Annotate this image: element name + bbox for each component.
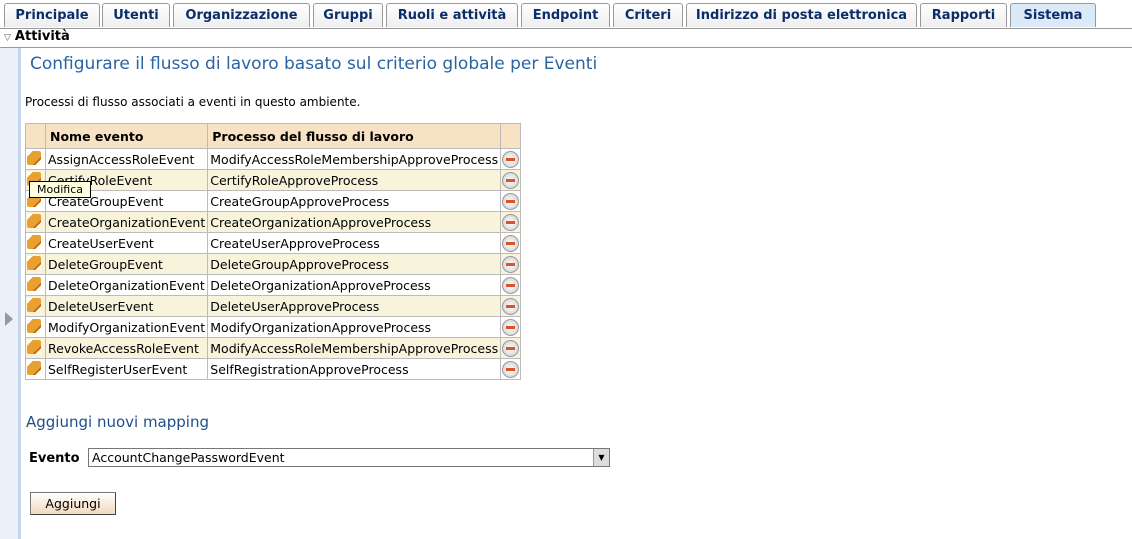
edit-pencil-icon[interactable] [27, 276, 41, 291]
table-row: CertifyRoleEvent CertifyRoleApproveProces… [25, 169, 522, 191]
edit-pencil-icon[interactable] [27, 297, 41, 312]
page-title: Configurare il flusso di lavoro basato s… [30, 54, 598, 74]
remove-icon[interactable] [502, 255, 520, 273]
add-button[interactable]: Aggiungi [30, 492, 116, 515]
table-row: DeleteUserEvent DeleteUserApproveProcess [25, 295, 522, 317]
table-row: CreateOrganizationEvent CreateOrganizatio… [25, 211, 522, 233]
table-row: ModifyOrganizationEvent ModifyOrganizatio… [25, 316, 522, 338]
process-name: ModifyOrganizationApproveProcess [207, 316, 502, 338]
edit-pencil-icon[interactable] [27, 339, 41, 354]
tab-1[interactable]: Utenti [102, 3, 170, 27]
process-name: SelfRegistrationApproveProcess [207, 358, 502, 380]
tab-0[interactable]: Principale [4, 3, 100, 27]
tab-8[interactable]: Rapporti [920, 3, 1007, 27]
tooltip: Modifica [29, 181, 91, 198]
event-mapping-table: Nome evento Processo del flusso di lavoro… [25, 123, 522, 380]
add-mapping-title: Aggiungi nuovi mapping [26, 413, 209, 431]
process-name: CreateOrganizationApproveProcess [207, 211, 502, 233]
description: Processi di flusso associati a eventi in… [25, 95, 361, 109]
collapse-triangle-icon[interactable]: ▽ [4, 29, 11, 47]
remove-icon[interactable] [502, 171, 520, 189]
table-row: SelfRegisterUserEvent SelfRegistrationApp… [25, 358, 522, 380]
edit-pencil-icon[interactable] [27, 213, 41, 228]
remove-icon[interactable] [502, 297, 520, 315]
table-row: RevokeAccessRoleEvent ModifyAccessRoleMem… [25, 337, 522, 359]
tab-5[interactable]: Endpoint [521, 3, 610, 27]
table-row: CreateGroupEvent CreateGroupApproveProces… [25, 190, 522, 212]
tab-bar: Principale Utenti Organizzazione Gruppi Ruol… [0, 0, 1132, 29]
column-header-event: Nome evento [44, 123, 209, 149]
remove-icon[interactable] [502, 234, 520, 252]
tab-9[interactable]: Sistema [1010, 3, 1096, 27]
event-name: CreateOrganizationEvent [44, 211, 209, 233]
process-name: ModifyAccessRoleMembershipApproveProcess [207, 337, 502, 359]
table-row: CreateUserEvent CreateUserApproveProcess [25, 232, 522, 254]
tab-4[interactable]: Ruoli e attività [386, 3, 518, 27]
sidebar-collapsed [0, 48, 21, 539]
section-title: Attività [14, 29, 70, 44]
event-name: SelfRegisterUserEvent [44, 358, 209, 380]
table-row: DeleteOrganizationEvent DeleteOrganizatio… [25, 274, 522, 296]
event-select-value: AccountChangePasswordEvent [92, 450, 285, 465]
process-name: CreateGroupApproveProcess [207, 190, 502, 212]
tab-3[interactable]: Gruppi [313, 3, 383, 27]
event-label: Evento [29, 451, 80, 466]
edit-pencil-icon[interactable] [27, 318, 41, 333]
event-name: DeleteGroupEvent [44, 253, 209, 275]
event-name: AssignAccessRoleEvent [44, 148, 209, 170]
edit-pencil-icon[interactable] [27, 234, 41, 249]
remove-icon[interactable] [502, 150, 520, 168]
edit-pencil-icon[interactable] [27, 360, 41, 375]
edit-pencil-icon[interactable] [27, 150, 41, 165]
event-name: CreateUserEvent [44, 232, 209, 254]
tab-7[interactable]: Indirizzo di posta elettronica [686, 3, 917, 27]
remove-icon[interactable] [502, 276, 520, 294]
section-header[interactable]: ▽ Attività [0, 28, 1132, 48]
remove-icon[interactable] [502, 360, 520, 378]
edit-pencil-icon[interactable] [27, 255, 41, 270]
event-select[interactable]: AccountChangePasswordEvent ▼ [88, 448, 610, 467]
process-name: CertifyRoleApproveProcess [207, 169, 502, 191]
process-name: DeleteUserApproveProcess [207, 295, 502, 317]
remove-icon[interactable] [502, 318, 520, 336]
tab-6[interactable]: Criteri [613, 3, 683, 27]
event-name: ModifyOrganizationEvent [44, 316, 209, 338]
process-name: CreateUserApproveProcess [207, 232, 502, 254]
table-row: AssignAccessRoleEvent ModifyAccessRoleMem… [25, 148, 522, 170]
event-name: RevokeAccessRoleEvent [44, 337, 209, 359]
process-name: ModifyAccessRoleMembershipApproveProcess [207, 148, 502, 170]
dropdown-arrow-icon[interactable]: ▼ [593, 449, 609, 466]
process-name: DeleteGroupApproveProcess [207, 253, 502, 275]
event-name: DeleteOrganizationEvent [44, 274, 209, 296]
process-name: DeleteOrganizationApproveProcess [207, 274, 502, 296]
remove-icon[interactable] [502, 339, 520, 357]
column-header-process: Processo del flusso di lavoro [207, 123, 502, 149]
table-row: DeleteGroupEvent DeleteGroupApproveProces… [25, 253, 522, 275]
event-name: DeleteUserEvent [44, 295, 209, 317]
tab-2[interactable]: Organizzazione [173, 3, 310, 27]
expand-arrow-icon[interactable] [5, 312, 13, 326]
remove-icon[interactable] [502, 213, 520, 231]
remove-icon[interactable] [502, 192, 520, 210]
